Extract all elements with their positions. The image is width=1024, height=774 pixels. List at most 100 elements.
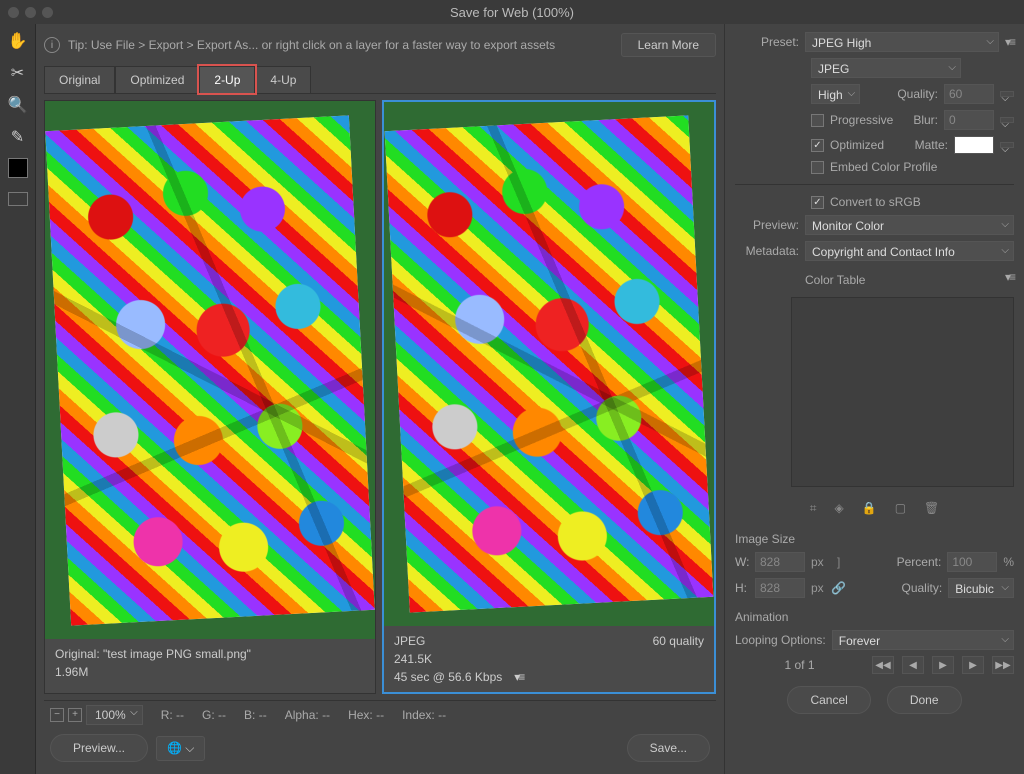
optimized-quality: 60 quality xyxy=(653,634,704,648)
preset-menu-icon[interactable]: ▾≡ xyxy=(1005,35,1014,49)
last-frame-button[interactable]: ▶▶ xyxy=(992,656,1014,674)
preset-label: Preset: xyxy=(735,35,799,49)
status-b: B: -- xyxy=(244,708,267,722)
ct-icon-2[interactable]: ◈ xyxy=(835,501,844,516)
blur-stepper[interactable] xyxy=(1000,117,1014,123)
info-icon: i xyxy=(44,37,60,53)
toggle-swatch-icon[interactable] xyxy=(8,192,28,206)
image-size-label: Image Size xyxy=(735,532,1014,546)
optimized-canvas[interactable] xyxy=(384,102,714,626)
tool-strip: ✋ ✂ 🔍 ✎ xyxy=(0,24,36,774)
status-alpha: Alpha: -- xyxy=(285,708,330,722)
preview-button[interactable]: Preview... xyxy=(50,734,148,762)
blur-input[interactable]: 0 xyxy=(944,110,994,130)
color-table-label: Color Table xyxy=(805,273,865,287)
browser-preview-button[interactable]: 🌐 ⌵ xyxy=(156,736,205,761)
preset-select[interactable]: JPEG High xyxy=(805,32,999,52)
foreground-swatch[interactable] xyxy=(8,158,28,178)
link-dimensions-icon-2[interactable]: 🔗 xyxy=(830,581,848,595)
original-size: 1.96M xyxy=(55,665,365,679)
pct-unit: % xyxy=(1003,555,1014,569)
format-select[interactable]: JPEG xyxy=(811,58,961,78)
status-g: G: -- xyxy=(202,708,226,722)
tab-2up[interactable]: 2-Up xyxy=(199,66,255,93)
original-canvas[interactable] xyxy=(45,101,375,639)
quality-label: Quality: xyxy=(897,87,938,101)
height-input[interactable]: 828 xyxy=(755,578,805,598)
metadata-label: Metadata: xyxy=(735,244,799,258)
tab-4up[interactable]: 4-Up xyxy=(255,66,311,93)
width-input[interactable]: 828 xyxy=(755,552,805,572)
matte-swatch[interactable] xyxy=(954,136,994,154)
tab-original[interactable]: Original xyxy=(44,66,115,93)
titlebar: Save for Web (100%) xyxy=(0,0,1024,24)
status-r: R: -- xyxy=(161,708,184,722)
slice-tool-icon[interactable]: ✂ xyxy=(7,62,29,84)
w-unit: px xyxy=(811,555,824,569)
optimized-size: 241.5K xyxy=(394,652,704,666)
save-button[interactable]: Save... xyxy=(627,734,710,762)
tab-optimized[interactable]: Optimized xyxy=(115,66,199,93)
ct-icon-1[interactable]: ⌗ xyxy=(810,501,817,516)
quality-input[interactable]: 60 xyxy=(944,84,994,104)
matte-label: Matte: xyxy=(915,138,948,152)
original-filename: Original: "test image PNG small.png" xyxy=(55,647,365,661)
resample-select[interactable]: Bicubic xyxy=(948,578,1014,598)
original-pane[interactable]: Original: "test image PNG small.png" 1.9… xyxy=(44,100,376,694)
ct-new-icon[interactable]: ▢ xyxy=(895,501,906,516)
looping-label: Looping Options: xyxy=(735,633,826,647)
preview-select[interactable]: Monitor Color xyxy=(805,215,1014,235)
animation-label: Animation xyxy=(735,610,1014,624)
first-frame-button[interactable]: ◀◀ xyxy=(872,656,894,674)
settings-panel: Preset: JPEG High ▾≡ JPEG High Quality: … xyxy=(724,24,1024,774)
frame-counter: 1 of 1 xyxy=(735,658,864,672)
progressive-checkbox[interactable] xyxy=(811,114,824,127)
zoom-out-icon[interactable]: − xyxy=(50,708,64,722)
optimized-pane[interactable]: 60 quality JPEG 241.5K 45 sec @ 56.6 Kbp… xyxy=(382,100,716,694)
srgb-label: Convert to sRGB xyxy=(830,195,921,209)
prev-frame-button[interactable]: ◀ xyxy=(902,656,924,674)
status-hex: Hex: -- xyxy=(348,708,384,722)
quality-stepper[interactable] xyxy=(1000,91,1014,97)
play-button[interactable]: ▶ xyxy=(932,656,954,674)
optimized-checkbox[interactable] xyxy=(811,139,824,152)
tip-text: Tip: Use File > Export > Export As... or… xyxy=(68,38,555,52)
h-unit: px xyxy=(811,581,824,595)
learn-more-button[interactable]: Learn More xyxy=(621,33,716,57)
cancel-button[interactable]: Cancel xyxy=(787,686,870,714)
h-label: H: xyxy=(735,581,749,595)
optimized-download-time: 45 sec @ 56.6 Kbps xyxy=(394,670,502,684)
embed-profile-label: Embed Color Profile xyxy=(830,160,937,174)
eyedropper-tool-icon[interactable]: ✎ xyxy=(7,126,29,148)
resample-label: Quality: xyxy=(902,581,943,595)
matte-select[interactable] xyxy=(1000,142,1014,148)
hand-tool-icon[interactable]: ✋ xyxy=(7,30,29,52)
done-button[interactable]: Done xyxy=(887,686,962,714)
w-label: W: xyxy=(735,555,749,569)
preview-label: Preview: xyxy=(735,218,799,232)
progressive-label: Progressive xyxy=(830,113,893,127)
srgb-checkbox[interactable] xyxy=(811,196,824,209)
next-frame-button[interactable]: ▶ xyxy=(962,656,984,674)
percent-input[interactable]: 100 xyxy=(947,552,997,572)
embed-profile-checkbox[interactable] xyxy=(811,161,824,174)
view-tabs: Original Optimized 2-Up 4-Up xyxy=(44,66,716,94)
zoom-select[interactable]: 100% xyxy=(86,705,143,725)
pane-menu-icon[interactable]: ▾≡ xyxy=(514,670,523,684)
ct-trash-icon[interactable]: 🗑 xyxy=(924,501,939,516)
ct-lock-icon[interactable]: 🔒 xyxy=(862,501,877,516)
optimized-label: Optimized xyxy=(830,138,884,152)
zoom-tool-icon[interactable]: 🔍 xyxy=(7,94,29,116)
status-index: Index: -- xyxy=(402,708,446,722)
percent-label: Percent: xyxy=(897,555,942,569)
link-dimensions-icon[interactable]: ] xyxy=(830,555,848,569)
quality-preset-select[interactable]: High xyxy=(811,84,860,104)
metadata-select[interactable]: Copyright and Contact Info xyxy=(805,241,1014,261)
window-title: Save for Web (100%) xyxy=(0,5,1024,20)
blur-label: Blur: xyxy=(913,113,938,127)
looping-select[interactable]: Forever xyxy=(832,630,1014,650)
color-table xyxy=(791,297,1014,487)
zoom-in-icon[interactable]: + xyxy=(68,708,82,722)
status-bar: − + 100% R: -- G: -- B: -- Alpha: -- Hex… xyxy=(44,700,716,728)
colortable-menu-icon[interactable]: ▾≡ xyxy=(1005,270,1014,284)
